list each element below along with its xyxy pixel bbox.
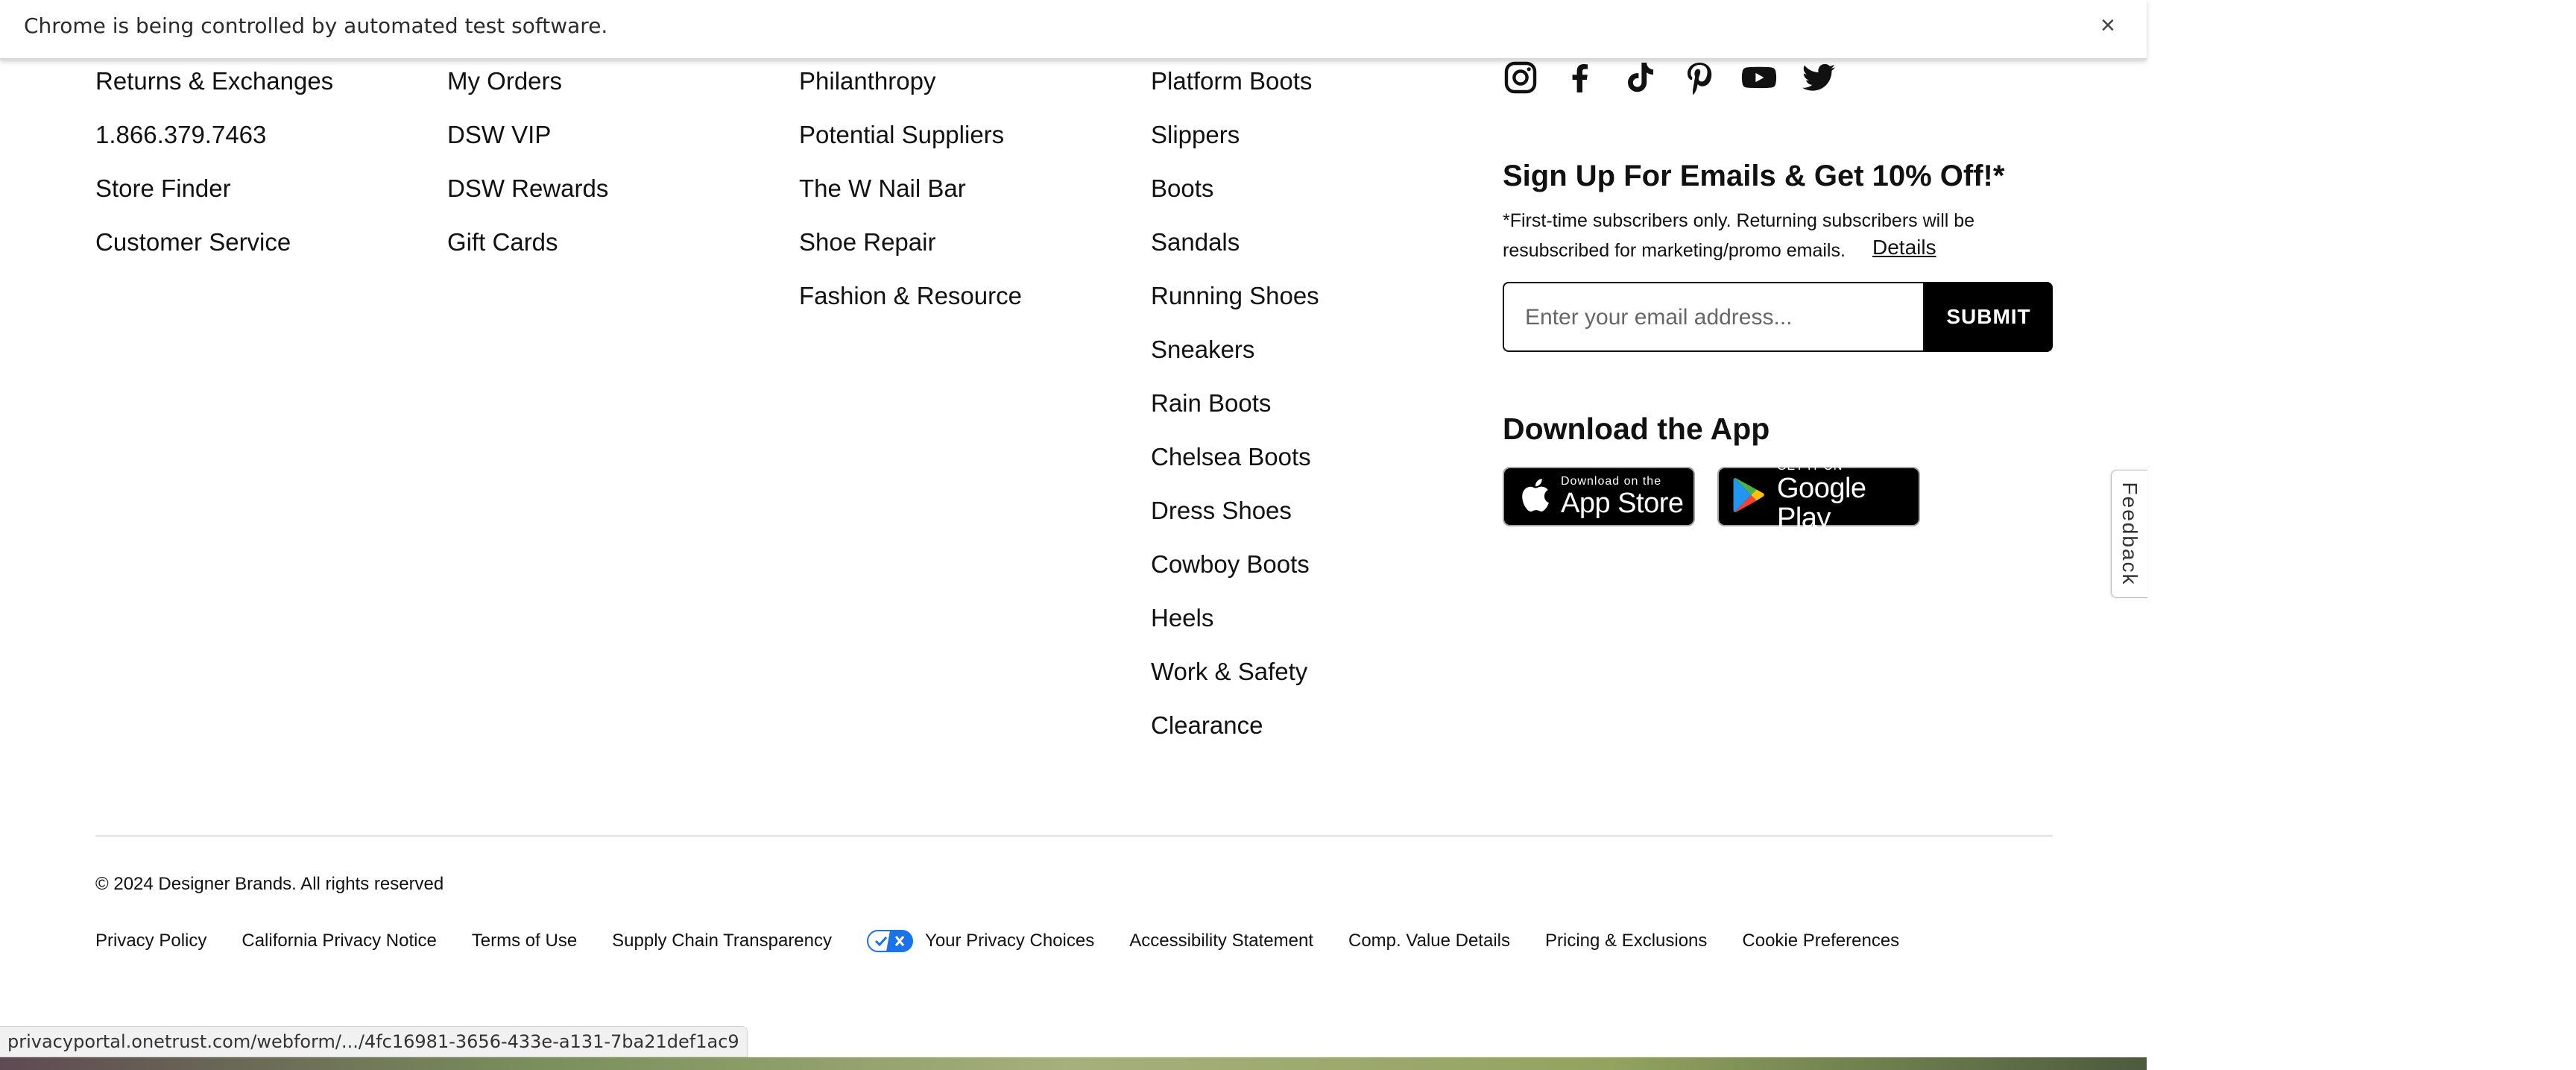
legal-links: Privacy Policy California Privacy Notice…: [95, 930, 1934, 952]
footer-column-company: Philanthropy Potential Suppliers The W N…: [799, 66, 1022, 334]
desktop-wallpaper-strip: [0, 1057, 2147, 1070]
copyright-text: © 2024 Designer Brands. All rights reser…: [95, 874, 444, 894]
youtube-icon[interactable]: [1741, 60, 1777, 95]
twitter-icon[interactable]: [1801, 60, 1837, 95]
tiktok-icon[interactable]: [1622, 60, 1658, 95]
pricing-exclusions-link[interactable]: Pricing & Exclusions: [1545, 931, 1707, 951]
footer-link-slippers[interactable]: Slippers: [1151, 119, 1319, 173]
appstore-small-text: Download on the: [1561, 475, 1662, 488]
privacy-choices-icon[interactable]: [867, 930, 914, 952]
terms-of-use-link[interactable]: Terms of Use: [472, 931, 577, 951]
footer-link-store-finder[interactable]: Store Finder: [95, 173, 333, 227]
footer-link-dsw-vip[interactable]: DSW VIP: [447, 119, 608, 173]
feedback-tab[interactable]: Feedback: [2111, 470, 2147, 598]
footer-column-help: Returns & Exchanges 1.866.379.7463 Store…: [95, 66, 333, 280]
footer-link-nail-bar[interactable]: The W Nail Bar: [799, 173, 1022, 227]
submit-button[interactable]: SUBMIT: [1925, 282, 2053, 352]
social-links: [1503, 58, 1837, 97]
accessibility-link[interactable]: Accessibility Statement: [1129, 931, 1313, 951]
footer-link-running-shoes[interactable]: Running Shoes: [1151, 280, 1319, 334]
comp-value-link[interactable]: Comp. Value Details: [1348, 931, 1510, 951]
footer-divider: [95, 835, 2053, 837]
googleplay-small-text: GET IT ON: [1777, 460, 1843, 473]
supply-chain-link[interactable]: Supply Chain Transparency: [612, 931, 832, 951]
footer-link-phone[interactable]: 1.866.379.7463: [95, 119, 333, 173]
download-app-heading: Download the App: [1503, 412, 1770, 446]
footer-link-sandals[interactable]: Sandals: [1151, 227, 1319, 280]
appstore-big-text: App Store: [1561, 488, 1684, 519]
footer-link-heels[interactable]: Heels: [1151, 602, 1319, 656]
footer-link-platform-boots[interactable]: Platform Boots: [1151, 66, 1319, 119]
app-store-badge[interactable]: Download on the App Store: [1503, 467, 1695, 526]
footer-link-fashion-resource[interactable]: Fashion & Resource: [799, 280, 1022, 334]
facebook-icon[interactable]: [1562, 60, 1598, 95]
google-play-badge[interactable]: GET IT ON Google Play: [1717, 460, 1920, 533]
footer-link-cowboy-boots[interactable]: Cowboy Boots: [1151, 549, 1319, 602]
footer-link-potential-suppliers[interactable]: Potential Suppliers: [799, 119, 1022, 173]
status-bar-url: privacyportal.onetrust.com/webform/.../4…: [0, 1026, 748, 1057]
automation-infobar: Chrome is being controlled by automated …: [0, 0, 2147, 60]
footer-link-my-orders[interactable]: My Orders: [447, 66, 608, 119]
footer-link-dsw-rewards[interactable]: DSW Rewards: [447, 173, 608, 227]
footer-link-work-safety[interactable]: Work & Safety: [1151, 656, 1319, 710]
footer-link-rain-boots[interactable]: Rain Boots: [1151, 388, 1319, 441]
footer-link-returns[interactable]: Returns & Exchanges: [95, 66, 333, 119]
footer-link-shoe-repair[interactable]: Shoe Repair: [799, 227, 1022, 280]
california-privacy-link[interactable]: California Privacy Notice: [242, 931, 436, 951]
apple-icon: [1518, 476, 1550, 518]
infobar-message: Chrome is being controlled by automated …: [24, 13, 608, 38]
footer-column-account: My Orders DSW VIP DSW Rewards Gift Cards: [447, 66, 608, 280]
footer-link-chelsea-boots[interactable]: Chelsea Boots: [1151, 441, 1319, 495]
footer-link-sneakers[interactable]: Sneakers: [1151, 334, 1319, 388]
close-icon[interactable]: ×: [2100, 10, 2115, 40]
details-link[interactable]: Details: [1872, 236, 1936, 259]
feedback-label: Feedback: [2118, 482, 2141, 586]
footer-link-dress-shoes[interactable]: Dress Shoes: [1151, 495, 1319, 549]
footer-link-boots[interactable]: Boots: [1151, 173, 1319, 227]
email-field-container: [1503, 282, 1925, 352]
privacy-policy-link[interactable]: Privacy Policy: [95, 931, 206, 951]
privacy-choices-link[interactable]: Your Privacy Choices: [925, 931, 1094, 951]
footer-link-customer-service[interactable]: Customer Service: [95, 227, 333, 280]
footer-column-shop: Platform Boots Slippers Boots Sandals Ru…: [1151, 66, 1319, 764]
instagram-icon[interactable]: [1503, 60, 1538, 95]
googleplay-big-text: Google Play: [1777, 473, 1866, 534]
pinterest-icon[interactable]: [1682, 60, 1717, 95]
footer-link-clearance[interactable]: Clearance: [1151, 710, 1319, 764]
signup-heading: Sign Up For Emails & Get 10% Off!*: [1503, 160, 2005, 192]
desktop-background: [2147, 0, 2576, 1070]
footer-link-philanthropy[interactable]: Philanthropy: [799, 66, 1022, 119]
google-play-icon: [1732, 476, 1767, 518]
cookie-preferences-link[interactable]: Cookie Preferences: [1742, 931, 1899, 951]
email-input[interactable]: [1524, 300, 1914, 336]
footer-link-gift-cards[interactable]: Gift Cards: [447, 227, 608, 280]
